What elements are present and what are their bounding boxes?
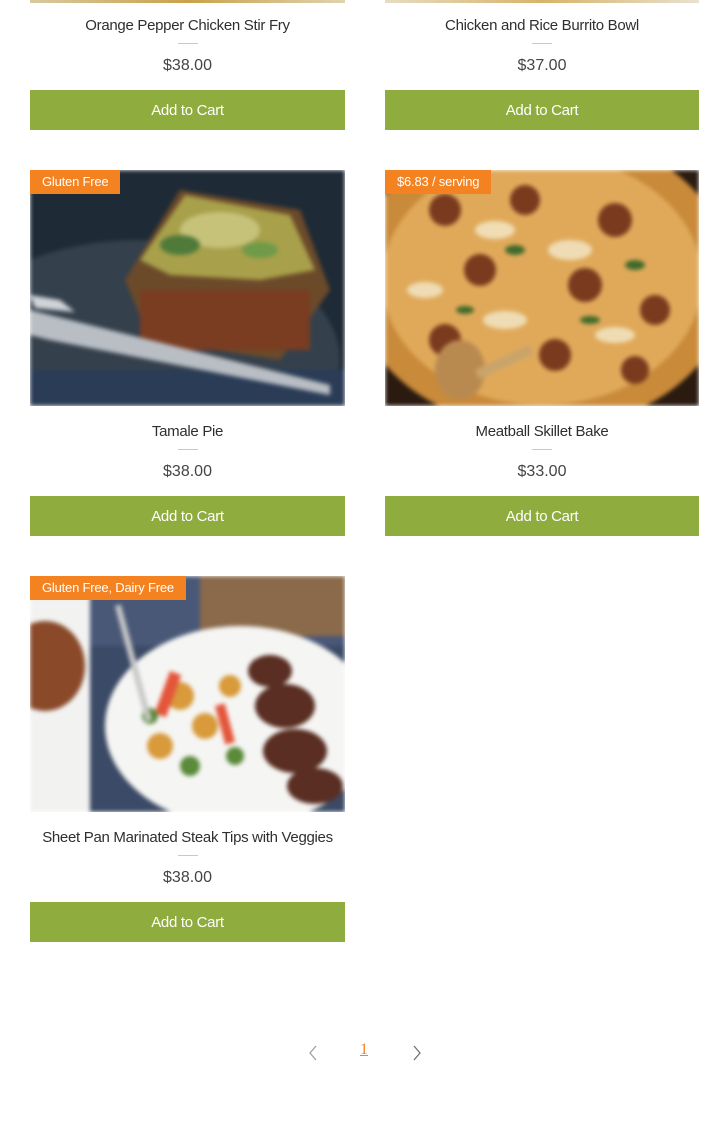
steak-tips-photo <box>30 576 345 812</box>
product-ribbon: $6.83 / serving <box>385 170 492 194</box>
add-to-cart-button[interactable]: Add to Cart <box>385 496 699 536</box>
product-price: $38.00 <box>163 869 212 886</box>
divider <box>177 449 198 450</box>
add-to-cart-button[interactable]: Add to Cart <box>385 90 699 130</box>
divider <box>177 43 198 44</box>
add-to-cart-button[interactable]: Add to Cart <box>30 90 345 130</box>
product-image[interactable]: $6.83 / serving <box>385 170 699 406</box>
add-to-cart-button[interactable]: Add to Cart <box>30 902 345 942</box>
product-name[interactable]: Orange Pepper Chicken Stir Fry <box>30 16 345 36</box>
divider <box>532 43 552 44</box>
meatball-skillet-photo <box>385 170 699 406</box>
product-ribbon: Gluten Free <box>30 170 121 194</box>
product-name[interactable]: Chicken and Rice Burrito Bowl <box>385 16 699 36</box>
product-image-edge <box>30 0 345 3</box>
product-ribbon: Gluten Free, Dairy Free <box>30 576 186 600</box>
product-name[interactable]: Sheet Pan Marinated Steak Tips with Vegg… <box>30 828 345 848</box>
divider <box>177 855 198 856</box>
product-price: $37.00 <box>517 57 567 74</box>
product-price: $38.00 <box>163 463 212 480</box>
chevron-left-icon[interactable] <box>300 1036 326 1064</box>
product-card: Gluten Free Tamale Pie $38.00 Add to Car… <box>30 170 345 536</box>
product-image[interactable]: Gluten Free, Dairy Free <box>30 576 345 812</box>
add-to-cart-button[interactable]: Add to Cart <box>30 496 345 536</box>
product-card: Gluten Free, Dairy Free Sheet Pan Marina… <box>30 576 345 942</box>
product-card: $6.83 / serving Meatball Skillet Bake $3… <box>385 170 699 536</box>
pagination: 1 <box>0 1036 715 1064</box>
product-image[interactable]: Gluten Free <box>30 170 345 406</box>
product-name[interactable]: Tamale Pie <box>30 422 345 442</box>
tamale-pie-photo <box>30 170 345 406</box>
page-number-current[interactable]: 1 <box>354 1036 374 1064</box>
divider <box>532 449 552 450</box>
product-image-edge <box>385 0 699 3</box>
product-card: Chicken and Rice Burrito Bowl $37.00 Add… <box>385 16 699 130</box>
product-price: $33.00 <box>517 463 567 480</box>
product-price: $38.00 <box>163 57 212 74</box>
product-card: Orange Pepper Chicken Stir Fry $38.00 Ad… <box>30 16 345 130</box>
chevron-right-icon[interactable] <box>404 1036 430 1064</box>
product-name[interactable]: Meatball Skillet Bake <box>385 422 699 442</box>
